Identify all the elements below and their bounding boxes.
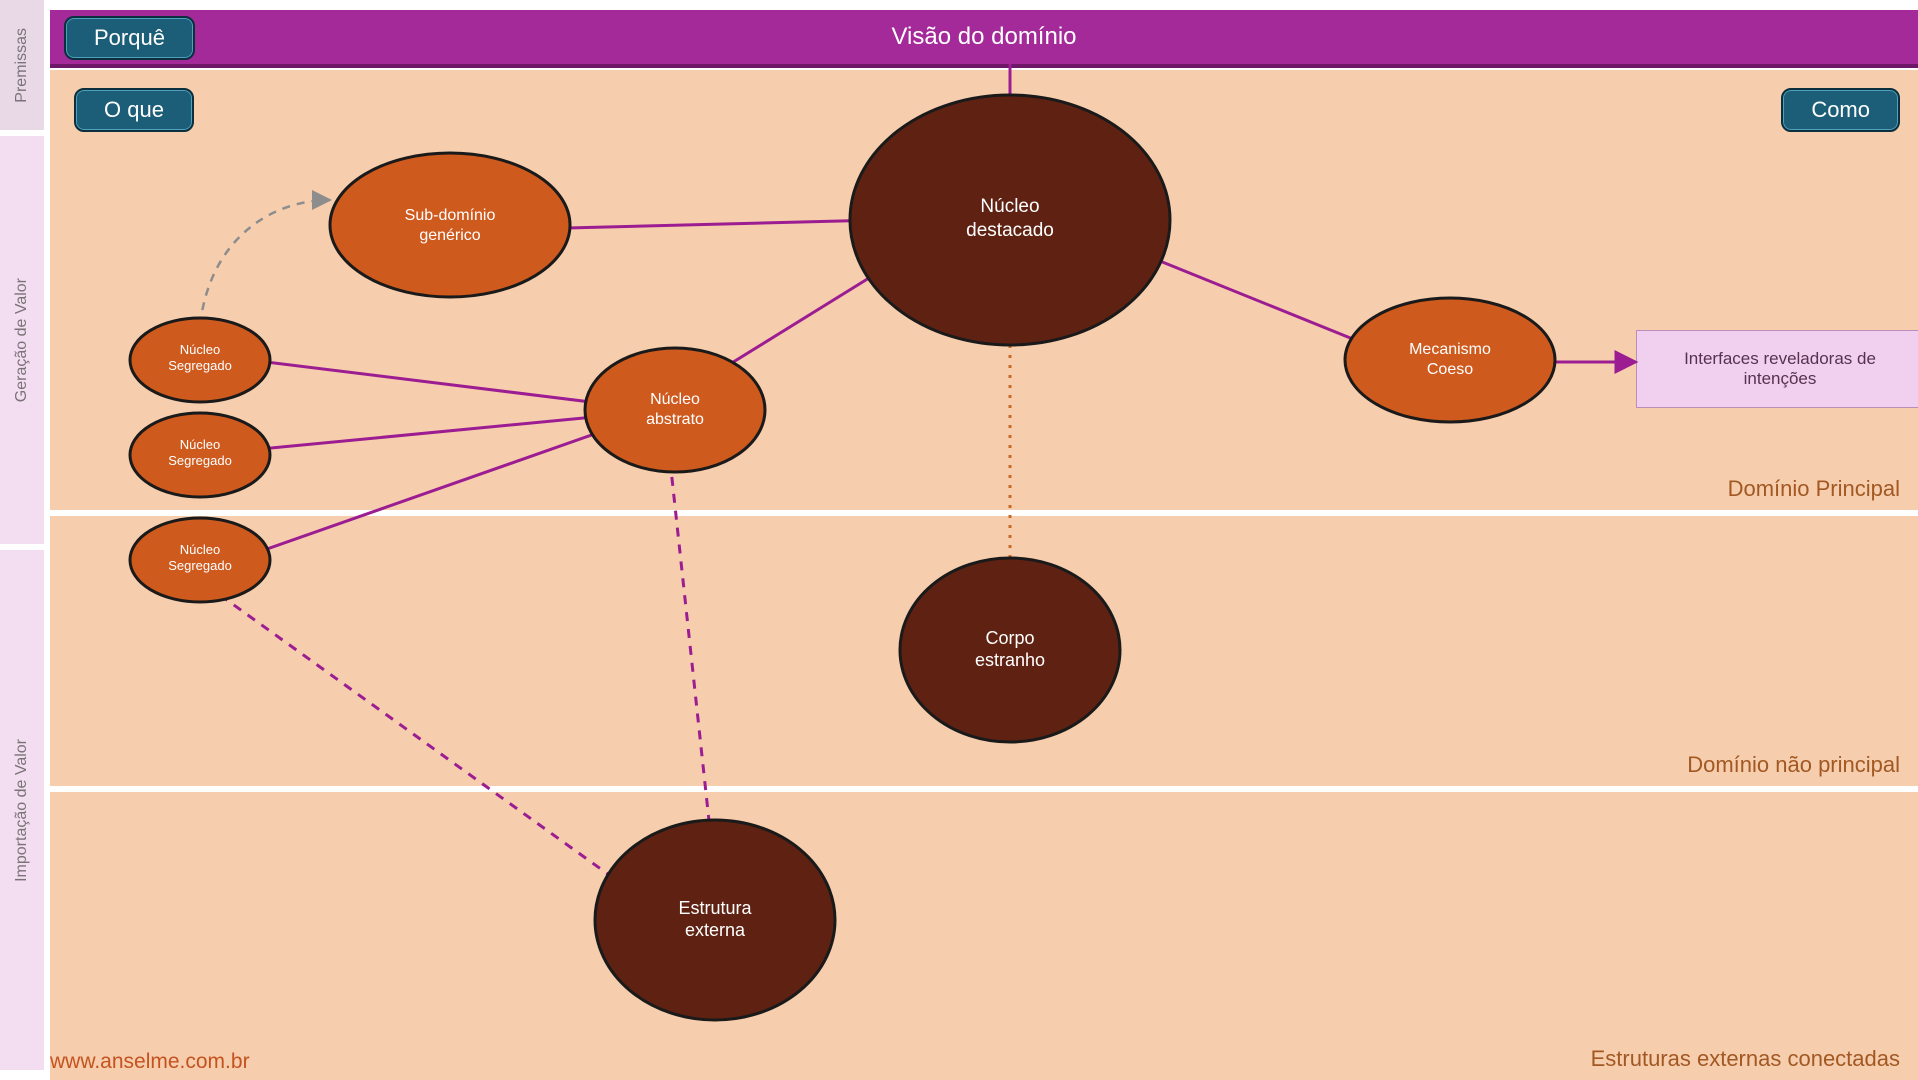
badge-oque[interactable]: O que [74, 88, 194, 132]
rail-seg-geracao: Geração de Valor [0, 136, 44, 544]
header-title: Visão do domínio [891, 23, 1076, 51]
rail-label-geracao: Geração de Valor [13, 278, 31, 402]
rail-seg-premissas: Premissas [0, 0, 44, 130]
badge-porque-label: Porquê [94, 25, 165, 51]
badge-porque[interactable]: Porquê [64, 16, 195, 60]
infobox-interfaces: Interfaces reveladoras de intenções [1636, 330, 1918, 408]
region-label-principal: Domínio Principal [1728, 476, 1900, 502]
rail-seg-importacao: Importação de Valor [0, 550, 44, 1070]
region-estruturas-externas: Estruturas externas conectadas [50, 792, 1918, 1080]
badge-oque-label: O que [104, 97, 164, 123]
region-dominio-nao-principal: Domínio não principal [50, 516, 1918, 786]
region-dominio-principal: Domínio Principal [50, 70, 1918, 510]
category-rail: Premissas Geração de Valor Importação de… [0, 0, 44, 1080]
footer-url: www.anselme.com.br [50, 1050, 250, 1074]
rail-label-premissas: Premissas [13, 28, 31, 103]
infobox-label: Interfaces reveladoras de intenções [1651, 349, 1909, 389]
rail-label-importacao: Importação de Valor [13, 739, 31, 882]
badge-como[interactable]: Como [1781, 88, 1900, 132]
region-label-externas: Estruturas externas conectadas [1591, 1046, 1900, 1072]
region-label-nao-principal: Domínio não principal [1687, 752, 1900, 778]
header-bar: Visão do domínio [50, 10, 1918, 68]
badge-como-label: Como [1811, 97, 1870, 123]
diagram-canvas: Visão do domínio Domínio Principal Domín… [50, 0, 1918, 1080]
